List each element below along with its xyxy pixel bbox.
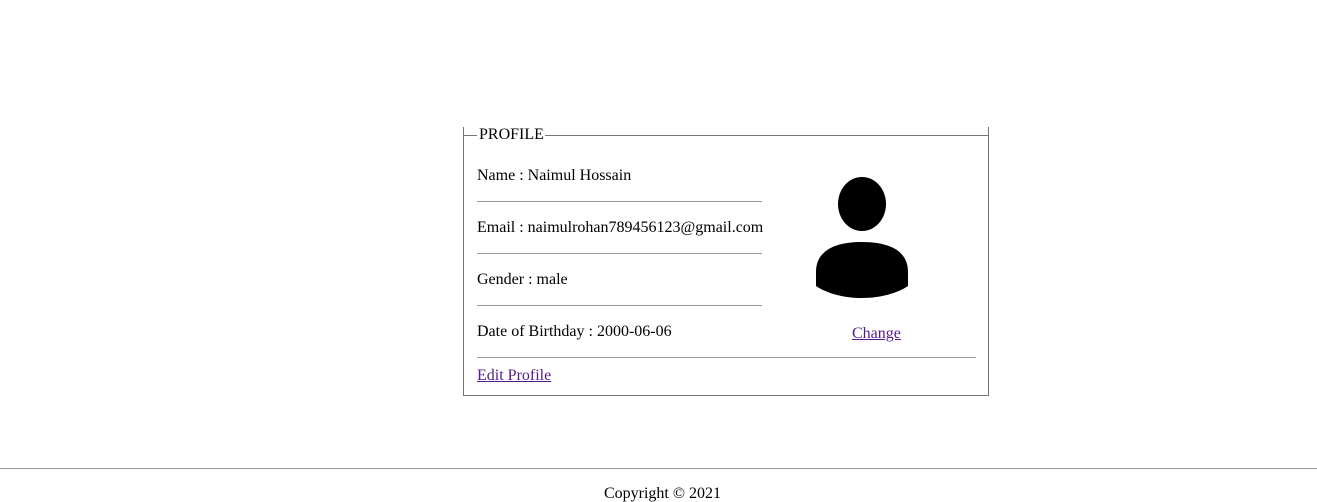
profile-dob: Date of Birthday : 2000-06-06 [477, 323, 672, 340]
profile-legend: PROFILE [479, 126, 544, 143]
profile-name: Name : Naimul Hossain [477, 167, 632, 184]
copyright-text: Copyright © 2021 [603, 485, 722, 502]
fieldset-top-border-right [545, 135, 989, 136]
fieldset-top-border-left [463, 135, 477, 136]
divider [477, 253, 762, 254]
profile-gender: Gender : male [477, 271, 568, 288]
user-silhouette-icon [814, 176, 910, 298]
footer-divider [0, 468, 1317, 469]
profile-page: PROFILE Name : Naimul Hossain Email : na… [0, 0, 1317, 502]
divider [477, 201, 762, 202]
divider [477, 357, 976, 358]
divider [477, 305, 762, 306]
edit-profile-link[interactable]: Edit Profile [477, 367, 551, 385]
profile-email: Email : naimulrohan789456123@gmail.com [477, 219, 764, 236]
change-avatar-link[interactable]: Change [852, 325, 901, 343]
